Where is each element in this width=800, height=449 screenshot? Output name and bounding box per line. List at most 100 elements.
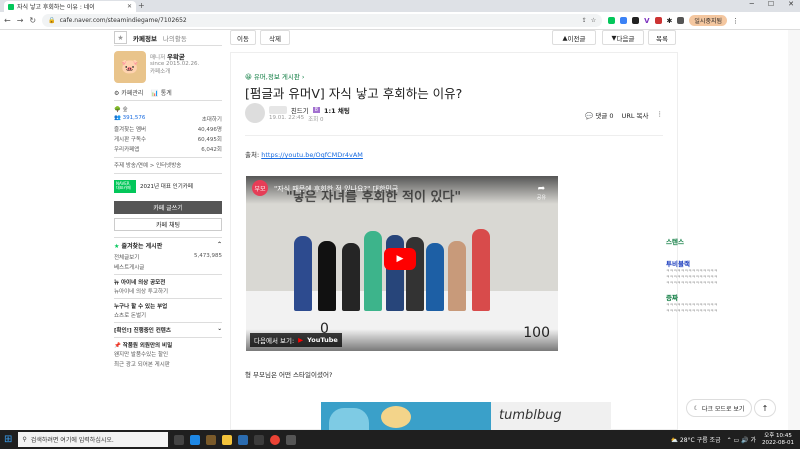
menu-icon[interactable]: ⋮ (732, 17, 739, 25)
comment-button[interactable]: 💬 댓글 0 (585, 110, 613, 120)
watch-on-label: 다음에서 보기: (254, 337, 295, 345)
profile-button[interactable]: 일시중지됨 (689, 15, 728, 26)
extension-icon[interactable] (677, 17, 685, 24)
play-button-icon[interactable]: ▶ (384, 248, 416, 270)
article-title: [펌글과 유머ᐯ] 자식 낳고 후회하는 이유? (245, 86, 463, 101)
extension-icon[interactable] (620, 17, 628, 24)
extension-icon[interactable]: V (644, 17, 649, 25)
prev-label: 이전글 (567, 34, 586, 43)
cafe-chat-button[interactable]: 카페 채팅 (114, 217, 222, 231)
fav-boards-title[interactable]: ★ 즐겨찾는 게시판 (114, 241, 162, 250)
secret-item-1[interactable]: 왠지만 발품수있는 할인 (114, 350, 168, 358)
next-post-button[interactable]: ▼ 다음글 (602, 30, 644, 45)
app-icon[interactable] (206, 434, 217, 445)
weather[interactable]: ⛅ 28°C 구름 조금 (670, 435, 720, 444)
window-controls: ─ ☐ ✕ (750, 0, 794, 8)
vscode-icon[interactable] (238, 434, 249, 445)
side-job-title[interactable]: 누구나 할 수 있는 부업 (114, 297, 222, 310)
tumblbug-banner[interactable] (321, 402, 491, 431)
share-icon[interactable]: ⇪ (582, 17, 587, 24)
taskbar-search[interactable]: ⚲ 검색하려면 여기에 입력하십시오. (18, 432, 169, 447)
chat-filler: ㅋㅋㅋㅋㅋㅋㅋㅋㅋㅋㅋㅋㅋㅋ (666, 280, 718, 285)
url-copy-button[interactable]: URL 복사 (622, 110, 649, 120)
puzzle-icon[interactable]: ✱ (667, 17, 673, 25)
tab-cafe-info[interactable]: 카페정보 (133, 33, 157, 43)
windows-start-icon[interactable]: ⊞ (4, 434, 12, 445)
board-link[interactable]: 😀 유머,정보 게시판 › (245, 71, 305, 81)
list-button[interactable]: 목록 (648, 30, 676, 45)
contest-title[interactable]: 뉴 아이네 의상 공모전 (114, 273, 222, 286)
scroll-to-top-button[interactable]: ↑ (754, 399, 776, 417)
app-icon[interactable] (254, 434, 265, 445)
extension-icon[interactable] (632, 17, 640, 24)
browser-tab[interactable]: 자식 낳고 후회하는 이유 : 네이 ✕ (4, 1, 136, 12)
chat-filler: ㅋㅋㅋㅋㅋㅋㅋㅋㅋㅋㅋㅋㅋㅋ (666, 308, 718, 313)
cafe-intro-link[interactable]: 카페소개 (150, 67, 199, 75)
secret-item-2[interactable]: 최근 광고 되어본 게시판 (114, 360, 170, 368)
invite-link[interactable]: 초대하기 (202, 115, 222, 123)
file-explorer-icon[interactable] (222, 434, 233, 445)
edge-icon[interactable] (190, 434, 201, 445)
stats-link[interactable]: 📊 통계 (151, 88, 171, 97)
forward-icon[interactable]: → (17, 16, 24, 25)
cafe-avatar[interactable]: 🐷 (114, 51, 146, 83)
new-tab-icon[interactable]: + (138, 1, 145, 10)
star-icon[interactable]: ★ (114, 31, 127, 44)
task-view-icon[interactable] (174, 434, 185, 445)
reload-icon[interactable]: ↻ (29, 16, 36, 25)
author-avatar[interactable] (245, 103, 265, 123)
cafe-sidebar: ★ 카페정보 나의활동 🐷 매니저 우왁굳 since 2015.02.26. … (114, 30, 222, 430)
bookmark-star-icon[interactable]: ☆ (591, 17, 596, 24)
board-name: 유머,정보 게시판 (253, 73, 300, 81)
youtube-video[interactable]: 부모 "자식 때문에 후회한 적 있나요?" 대한민국 "낳은 자녀를 후회한 … (246, 176, 558, 351)
extension-icon[interactable] (608, 17, 616, 24)
tab-my-activity[interactable]: 나의활동 (163, 33, 187, 43)
url-bar[interactable]: 🔒 cafe.naver.com/steamindiegame/7102652 … (42, 14, 603, 27)
manager-name[interactable]: 우왁굳 (167, 53, 185, 61)
share-label: 공유 (536, 195, 546, 201)
stats-label: 통계 (160, 90, 172, 97)
subscribe-count: 60,495회 (197, 137, 222, 143)
maximize-icon[interactable]: ☐ (768, 0, 774, 8)
collapse-icon[interactable]: ⌃ (217, 241, 222, 250)
rank-label: 숲 (122, 107, 128, 113)
cafe-manage-label: 카페관리 (121, 90, 144, 97)
extension-icon[interactable] (654, 17, 662, 24)
extensions: V ✱ 일시중지됨 ⋮ (608, 15, 739, 26)
chevron-down-icon[interactable]: ⌄ (217, 326, 222, 334)
all-posts-link[interactable]: 전체글보기 (114, 253, 139, 261)
cafe-theme[interactable]: 주제 방송/연예 > 인터넷방송 (114, 157, 222, 173)
notice-title[interactable]: [확인!] 진행중인 컨텐츠 (114, 326, 171, 334)
write-post-button[interactable]: 카페 글쓰기 (114, 200, 222, 214)
close-window-icon[interactable]: ✕ (788, 0, 794, 8)
all-posts-count: 5,473,985 (194, 252, 222, 259)
channel-logo-icon[interactable]: 부모 (252, 180, 268, 196)
scrollbar[interactable] (788, 30, 800, 430)
app-icon[interactable] (286, 434, 297, 445)
prev-post-button[interactable]: ▲ 이전글 (552, 30, 596, 45)
minimize-icon[interactable]: ─ (750, 0, 754, 8)
one-on-one-chat[interactable]: 1:1 채팅 (324, 105, 350, 115)
secret-title[interactable]: 📌 작품원 외원만의 비밀 (114, 336, 222, 349)
author-name-blurred[interactable]: XXXX (269, 106, 287, 114)
delete-button[interactable]: 삭제 (260, 30, 290, 45)
taskbar: ⊞ ⚲ 검색하려면 여기에 입력하십시오. ⛅ 28°C 구름 조금 ⌃ ▭ 🔊… (0, 430, 800, 449)
move-button[interactable]: 이동 (230, 30, 256, 45)
tray-icons[interactable]: ⌃ ▭ 🔊 가 (727, 435, 756, 444)
contest-item[interactable]: 뉴아이네 의상 투고하기 (114, 287, 168, 295)
best-posts-link[interactable]: 베스트게시글 (114, 263, 144, 271)
member-count[interactable]: 👥 391,576 (114, 115, 145, 123)
clock[interactable]: 오후 10:45 2022-08-01 (762, 433, 800, 446)
source-link[interactable]: https://youtu.be/OqfCMDr4vAM (261, 151, 363, 159)
date: 2022-08-01 (762, 439, 794, 446)
award-text: 2021년 대표 인기카페 (140, 184, 193, 191)
dark-mode-button[interactable]: ☾ 다크 모드로 보기 (686, 399, 752, 417)
chrome-icon[interactable] (270, 434, 281, 445)
fav-members-label: 즐겨찾는 멤버 (114, 127, 147, 133)
side-job-item[interactable]: 쇼츠로 돈벌기 (114, 311, 146, 319)
back-icon[interactable]: ← (4, 16, 11, 25)
cafe-manage-link[interactable]: ⚙ 카페관리 (114, 88, 143, 97)
more-options-icon[interactable]: ⋮ (657, 110, 664, 120)
share-video-icon[interactable]: ➦ 공유 (537, 184, 546, 201)
close-tab-icon[interactable]: ✕ (127, 3, 132, 10)
